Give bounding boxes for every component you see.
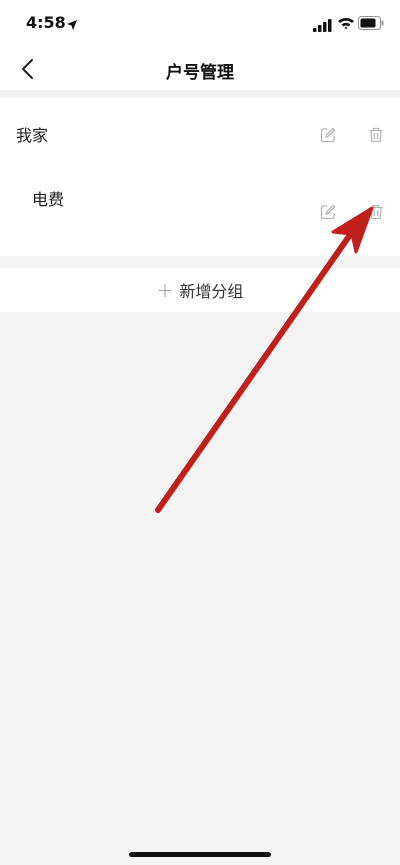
battery-icon — [358, 15, 384, 34]
group-name: 我家 — [16, 126, 49, 145]
nav-bar: 户号管理 — [0, 48, 400, 90]
status-time: 4:58 — [26, 13, 66, 32]
page-title: 户号管理 — [166, 63, 234, 83]
account-name: 电费 — [32, 190, 65, 209]
location-arrow-icon — [66, 16, 78, 35]
plus-icon: + — [156, 278, 174, 302]
edit-icon — [320, 127, 336, 143]
delete-group-button[interactable] — [367, 126, 385, 144]
signal-icon — [313, 17, 333, 36]
add-group-label: 新增分组 — [179, 282, 244, 301]
trash-icon — [369, 127, 383, 143]
status-bar: 4:58 — [0, 0, 400, 48]
home-indicator — [129, 852, 271, 857]
group-card: 我家 电费 — [0, 98, 400, 256]
edit-group-button[interactable] — [319, 126, 337, 144]
edit-account-button[interactable] — [319, 203, 337, 221]
wifi-icon — [337, 15, 355, 34]
edit-icon — [320, 204, 336, 220]
add-group-button[interactable]: + 新增分组 — [0, 268, 400, 312]
trash-icon — [369, 204, 383, 220]
delete-account-button[interactable] — [367, 203, 385, 221]
